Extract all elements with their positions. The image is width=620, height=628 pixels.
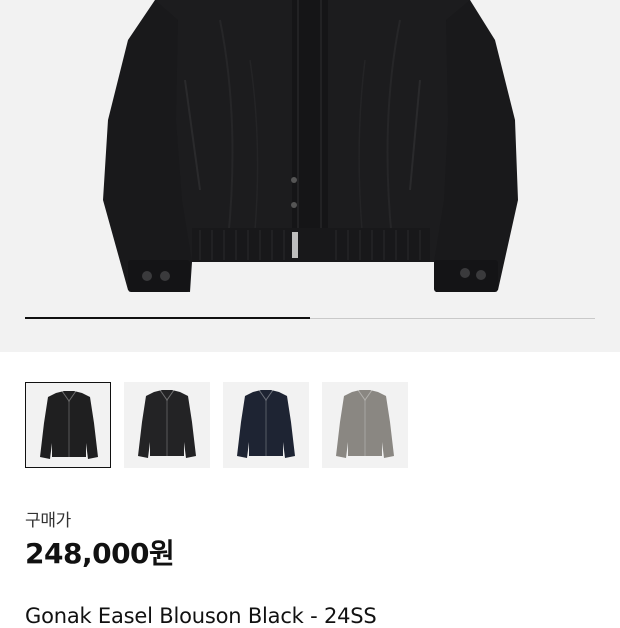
thumbnail-jacket-image	[336, 389, 394, 458]
price-label: 구매가	[25, 511, 72, 531]
thumbnail-black-jacket-alt[interactable]	[124, 382, 210, 468]
thumbnail-jacket-image	[237, 389, 295, 458]
image-progress-fill	[25, 317, 310, 319]
thumbnail-list	[25, 382, 408, 468]
image-progress-bar	[25, 317, 595, 319]
product-name: Gonak Easel Blouson Black - 24SS	[25, 604, 377, 628]
thumbnail-jacket-image	[40, 390, 98, 459]
price: 248,000원	[25, 537, 175, 570]
thumbnail-navy-jacket[interactable]	[223, 382, 309, 468]
jacket-image	[103, 0, 518, 292]
thumbnail-jacket-image	[138, 389, 196, 458]
thumbnail-black-jacket[interactable]	[25, 382, 111, 468]
thumbnail-gray-jacket[interactable]	[322, 382, 408, 468]
product-main-image[interactable]	[0, 0, 620, 352]
